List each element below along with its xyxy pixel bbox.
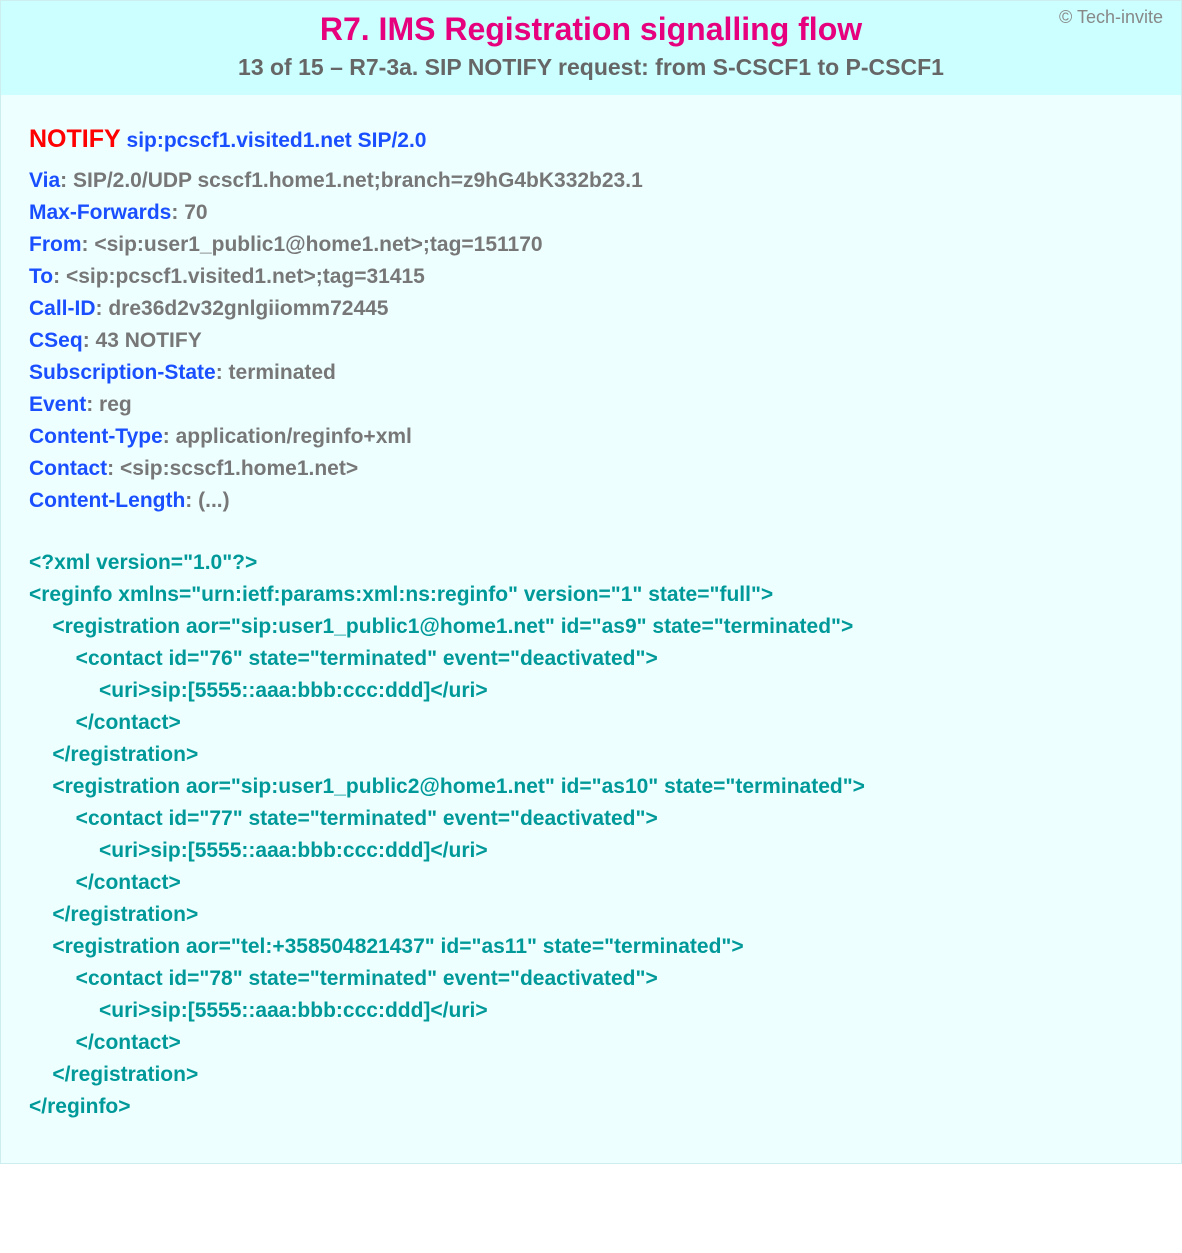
sip-header-separator: : — [96, 297, 109, 320]
sip-header-value: terminated — [229, 361, 336, 384]
header-banner: © Tech-invite R7. IMS Registration signa… — [1, 1, 1181, 95]
xml-payload: <?xml version="1.0"?> <reginfo xmlns="ur… — [29, 547, 1153, 1123]
sip-header-separator: : — [53, 265, 66, 288]
sip-header-name: CSeq — [29, 329, 83, 352]
sip-header-value: dre36d2v32gnlgiiomm72445 — [108, 297, 388, 320]
sip-header-value: reg — [99, 393, 132, 416]
sip-header-line: Via: SIP/2.0/UDP scscf1.home1.net;branch… — [29, 165, 1153, 197]
sip-header-name: Call-ID — [29, 297, 96, 320]
sip-header-value: <sip:scscf1.home1.net> — [120, 457, 358, 480]
sip-header-line: To: <sip:pcscf1.visited1.net>;tag=31415 — [29, 261, 1153, 293]
sip-header-name: Max-Forwards — [29, 201, 171, 224]
document-page: © Tech-invite R7. IMS Registration signa… — [0, 0, 1182, 1164]
message-body: NOTIFY sip:pcscf1.visited1.net SIP/2.0 V… — [1, 95, 1181, 1163]
sip-header-value: application/reginfo+xml — [176, 425, 412, 448]
sip-header-separator: : — [107, 457, 120, 480]
sip-header-line: Contact: <sip:scscf1.home1.net> — [29, 453, 1153, 485]
sip-header-value: SIP/2.0/UDP scscf1.home1.net;branch=z9hG… — [73, 169, 643, 192]
sip-header-name: Subscription-State — [29, 361, 216, 384]
sip-header-separator: : — [60, 169, 73, 192]
sip-header-separator: : — [171, 201, 184, 224]
sip-header-separator: : — [216, 361, 229, 384]
sip-header-name: From — [29, 233, 82, 256]
copyright-notice: © Tech-invite — [1059, 7, 1163, 28]
sip-header-value: 70 — [184, 201, 207, 224]
page-title: R7. IMS Registration signalling flow — [21, 11, 1161, 48]
sip-header-separator: : — [163, 425, 176, 448]
sip-header-line: Max-Forwards: 70 — [29, 197, 1153, 229]
sip-header-line: Content-Type: application/reginfo+xml — [29, 421, 1153, 453]
sip-header-name: Event — [29, 393, 86, 416]
sip-header-separator: : — [86, 393, 99, 416]
sip-header-line: Content-Length: (...) — [29, 485, 1153, 517]
sip-header-name: To — [29, 265, 53, 288]
sip-header-name: Contact — [29, 457, 107, 480]
sip-header-line: Event: reg — [29, 389, 1153, 421]
sip-header-line: Call-ID: dre36d2v32gnlgiiomm72445 — [29, 293, 1153, 325]
sip-header-line: Subscription-State: terminated — [29, 357, 1153, 389]
sip-header-value: <sip:user1_public1@home1.net>;tag=151170 — [94, 233, 542, 256]
page-subtitle: 13 of 15 – R7-3a. SIP NOTIFY request: fr… — [21, 54, 1161, 81]
sip-headers: Via: SIP/2.0/UDP scscf1.home1.net;branch… — [29, 165, 1153, 517]
sip-header-name: Content-Length — [29, 489, 185, 512]
sip-header-line: From: <sip:user1_public1@home1.net>;tag=… — [29, 229, 1153, 261]
sip-header-line: CSeq: 43 NOTIFY — [29, 325, 1153, 357]
sip-request-line: NOTIFY sip:pcscf1.visited1.net SIP/2.0 — [29, 123, 1153, 157]
sip-header-name: Via — [29, 169, 60, 192]
sip-header-value: <sip:pcscf1.visited1.net>;tag=31415 — [66, 265, 425, 288]
sip-request-uri: sip:pcscf1.visited1.net SIP/2.0 — [127, 129, 427, 152]
sip-method: NOTIFY — [29, 125, 121, 153]
sip-header-separator: : — [83, 329, 96, 352]
sip-header-separator: : — [185, 489, 198, 512]
sip-header-value: (...) — [198, 489, 230, 512]
sip-header-value: 43 NOTIFY — [96, 329, 202, 352]
sip-header-separator: : — [82, 233, 95, 256]
sip-header-name: Content-Type — [29, 425, 163, 448]
